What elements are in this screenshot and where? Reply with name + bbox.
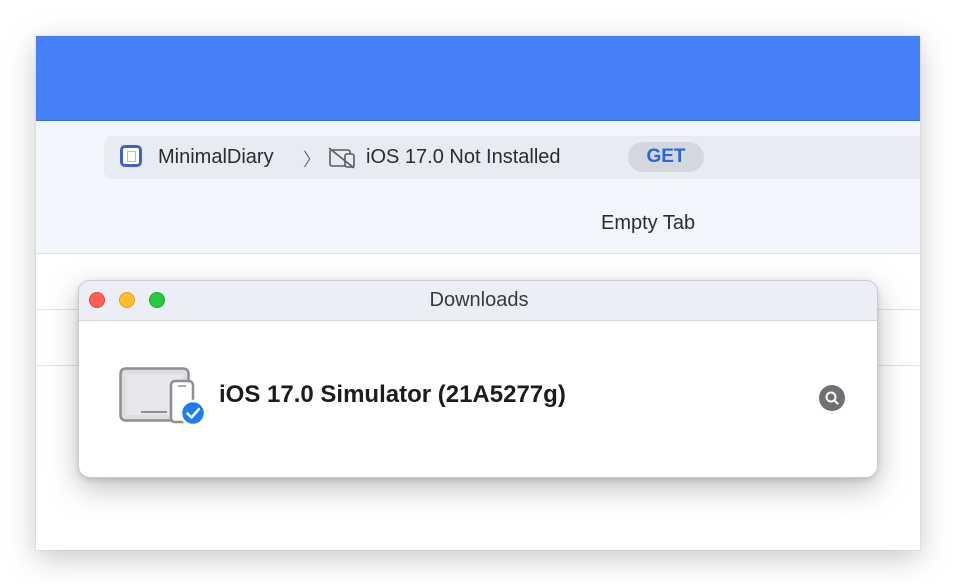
scheme-name[interactable]: MinimalDiary	[158, 146, 274, 169]
screen: MinimalDiary 〉 iOS 17.0 Not Installed GE…	[0, 0, 956, 586]
checkmark-badge-icon	[179, 399, 207, 427]
simulator-device-icon	[119, 367, 207, 427]
downloads-title: Downloads	[429, 289, 529, 311]
app-icon	[120, 145, 142, 167]
device-unavailable-icon	[328, 147, 355, 169]
scheme-destination-bar[interactable]: MinimalDiary 〉 iOS 17.0 Not Installed GE…	[104, 136, 920, 179]
downloads-window: Downloads iOS 17.0 Simulator (21A5277g)	[78, 280, 878, 478]
window-titlebar	[36, 36, 920, 121]
downloads-titlebar: Downloads	[79, 281, 877, 321]
get-button[interactable]: GET	[628, 142, 704, 172]
breadcrumb-chevron-icon: 〉	[303, 150, 321, 170]
tab-empty[interactable]: Empty Tab	[601, 212, 695, 235]
magnifier-icon	[825, 391, 839, 405]
show-in-finder-button[interactable]	[819, 385, 845, 411]
run-destination-label[interactable]: iOS 17.0 Not Installed	[366, 146, 561, 169]
download-item-title: iOS 17.0 Simulator (21A5277g)	[219, 381, 566, 408]
